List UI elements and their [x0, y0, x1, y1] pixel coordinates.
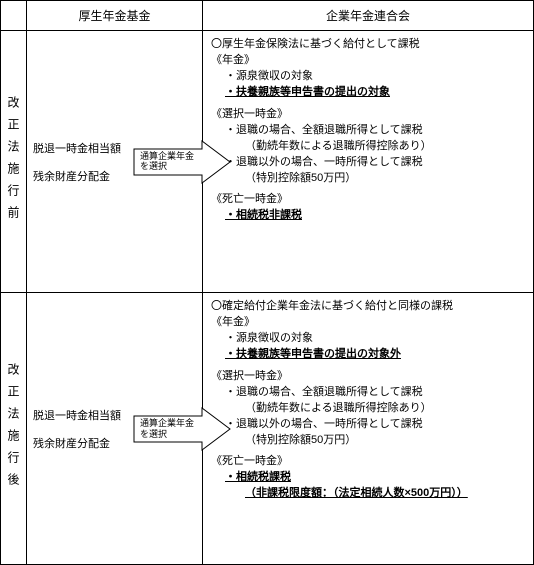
group-title-3: 死亡一時金: [211, 454, 525, 470]
group-title-1: 年金: [211, 53, 525, 69]
left-item-1: 脱退一時金相当額: [33, 407, 121, 423]
group-title-1: 年金: [211, 315, 525, 331]
left-item-2: 残余財産分配金: [33, 168, 110, 184]
row-label-before: 改正法施行前: [1, 31, 27, 293]
left-after: 脱退一時金相当額 残余財産分配金 通算企業年金を選択: [27, 293, 203, 565]
g2-note-2: （特別控除額50万円）: [211, 171, 525, 187]
group-title-2: 選択一時金: [211, 107, 525, 123]
comparison-table: 厚生年金基金 企業年金連合会 改正法施行前 脱退一時金相当額 残余財産分配金 通…: [0, 0, 534, 565]
g1-bullet-1: 源泉徴収の対象: [211, 331, 525, 347]
right-before: 厚生年金保険法に基づく給付として課税 年金 源泉徴収の対象 扶養親族等申告書の提…: [203, 31, 533, 293]
g2-bullet-2: 退職以外の場合、一時所得として課税: [211, 417, 525, 433]
g2-bullet-2: 退職以外の場合、一時所得として課税: [211, 155, 525, 171]
g3-note-1: （非課税限度額：（法定相続人数×500万円））: [211, 486, 525, 502]
g2-note-1: （勤続年数による退職所得控除あり）: [211, 139, 525, 155]
header-corner: [1, 1, 27, 31]
g3-bullet-1: 相続税課税: [211, 470, 525, 486]
left-item-2: 残余財産分配金: [33, 435, 110, 451]
right-head: 厚生年金保険法に基づく給付として課税: [211, 37, 525, 53]
header-col1: 厚生年金基金: [27, 1, 203, 31]
g2-note-1: （勤続年数による退職所得控除あり）: [211, 401, 525, 417]
g3-bullet-1: 相続税非課税: [211, 208, 525, 224]
left-before: 脱退一時金相当額 残余財産分配金 通算企業年金を選択: [27, 31, 203, 293]
right-head: 確定給付企業年金法に基づく給付と同様の課税: [211, 299, 525, 315]
g1-bullet-2: 扶養親族等申告書の提出の対象: [211, 85, 525, 101]
g2-bullet-1: 退職の場合、全額退職所得として課税: [211, 385, 525, 401]
g2-bullet-1: 退職の場合、全額退職所得として課税: [211, 123, 525, 139]
row-label-after: 改正法施行後: [1, 293, 27, 565]
left-item-1: 脱退一時金相当額: [33, 140, 121, 156]
arrow-label: 通算企業年金を選択: [140, 151, 200, 173]
arrow-label: 通算企業年金を選択: [140, 418, 200, 440]
g2-note-2: （特別控除額50万円）: [211, 433, 525, 449]
g1-bullet-2: 扶養親族等申告書の提出の対象外: [211, 347, 525, 363]
group-title-2: 選択一時金: [211, 369, 525, 385]
group-title-3: 死亡一時金: [211, 192, 525, 208]
right-after: 確定給付企業年金法に基づく給付と同様の課税 年金 源泉徴収の対象 扶養親族等申告…: [203, 293, 533, 565]
header-col2: 企業年金連合会: [203, 1, 533, 31]
g1-bullet-1: 源泉徴収の対象: [211, 69, 525, 85]
